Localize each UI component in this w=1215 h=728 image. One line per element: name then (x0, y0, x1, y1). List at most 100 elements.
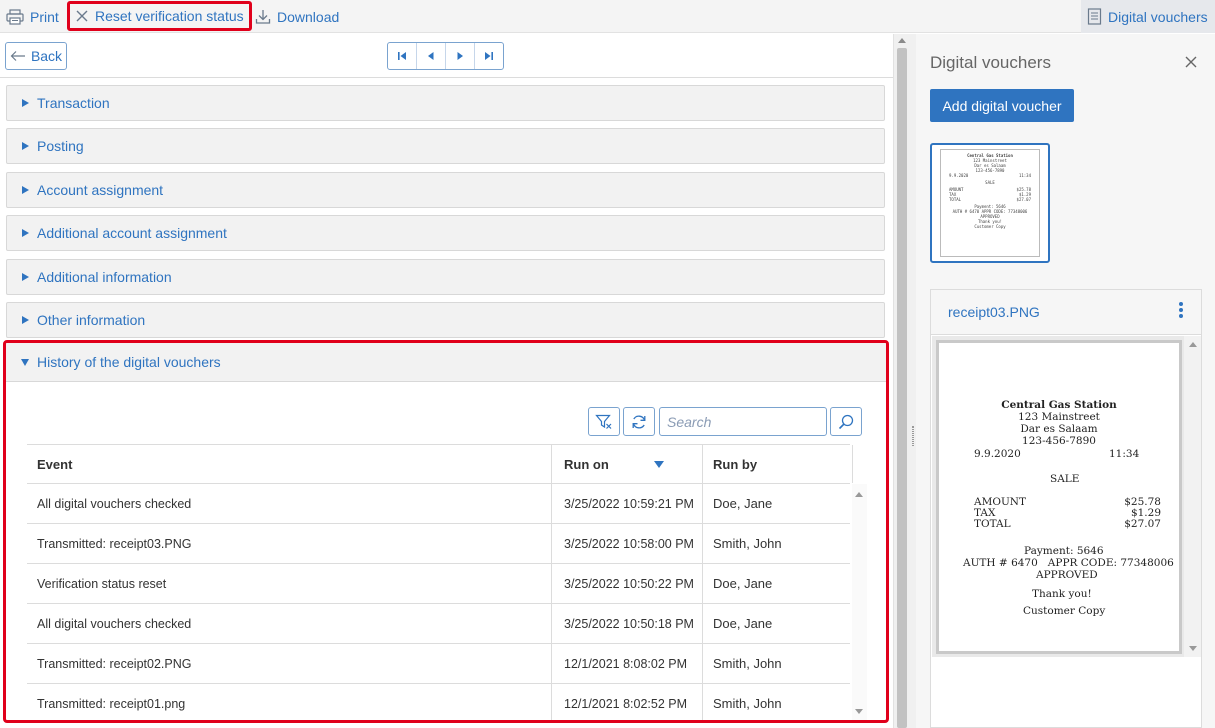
section-label: Additional account assignment (37, 225, 227, 241)
history-section: History of the digital vouchers Event Ru… (3, 340, 889, 723)
section-additional-account-assignment[interactable]: Additional account assignment (6, 215, 885, 251)
panel-title: Digital vouchers (930, 53, 1051, 72)
refresh-icon (631, 414, 647, 430)
download-button[interactable]: Download (255, 0, 339, 33)
close-panel-button[interactable] (1183, 54, 1199, 70)
section-posting[interactable]: Posting (6, 128, 885, 164)
scroll-up-icon[interactable] (1189, 342, 1197, 347)
receipt-time: 11:34 (1109, 448, 1140, 460)
first-icon (397, 51, 407, 61)
receipt-total-label: TOTAL (974, 518, 1011, 530)
close-icon (75, 9, 89, 23)
table-row[interactable]: Verification status reset 3/25/2022 10:5… (27, 564, 850, 604)
cell-run-on: 12/1/2021 8:02:52 PM (564, 696, 688, 711)
expand-icon (22, 316, 29, 324)
expand-icon (22, 186, 29, 194)
expand-icon (22, 273, 29, 281)
digital-vouchers-toggle[interactable]: Digital vouchers (1081, 0, 1215, 33)
document-icon (1087, 8, 1102, 25)
receipt-copy: Customer Copy (1023, 605, 1106, 617)
close-icon (1183, 54, 1199, 70)
nav-divider (0, 77, 893, 78)
cell-run-by: Doe, Jane (713, 496, 773, 511)
expand-icon (22, 229, 29, 237)
receipt-total-value: $27.07 (1124, 518, 1161, 530)
section-account-assignment[interactable]: Account assignment (6, 172, 885, 208)
previous-record-button[interactable] (417, 43, 446, 69)
table-row[interactable]: All digital vouchers checked 3/25/2022 1… (27, 484, 850, 524)
print-label: Print (30, 8, 59, 25)
table-row[interactable]: Transmitted: receipt02.PNG 12/1/2021 8:0… (27, 644, 850, 684)
search-button[interactable] (830, 407, 862, 436)
cell-run-by: Smith, John (713, 656, 782, 671)
table-row[interactable]: Transmitted: receipt01.png 12/1/2021 8:0… (27, 684, 850, 720)
cell-run-on: 12/1/2021 8:08:02 PM (564, 656, 688, 671)
cell-event: Transmitted: receipt03.PNG (37, 536, 192, 551)
print-button[interactable]: Print (6, 0, 59, 33)
grid-scrollbar[interactable] (852, 484, 867, 720)
table-row[interactable]: Transmitted: receipt03.PNG 3/25/2022 10:… (27, 524, 850, 564)
printer-icon (6, 8, 24, 25)
digital-vouchers-panel: Digital vouchers Add digital voucher Cen… (916, 34, 1215, 728)
section-label: Posting (37, 138, 84, 154)
receipt-sale-type: SALE (1050, 473, 1080, 485)
receipt-image: Central Gas Station 123 Mainstreet Dar e… (936, 340, 1182, 654)
cell-event: Transmitted: receipt02.PNG (37, 656, 192, 671)
receipt-preview: Central Gas Station 123 Mainstreet Dar e… (932, 336, 1201, 657)
receipt-auth-code: AUTH # 6470 APPR CODE: 77348006 (963, 557, 1174, 569)
voucher-thumbnail[interactable]: Central Gas Station 123 Mainstreet Dar e… (930, 143, 1050, 263)
scroll-up-icon[interactable] (855, 492, 863, 497)
main-scrollbar[interactable] (893, 34, 910, 728)
column-header-run-on[interactable]: Run on (552, 445, 703, 484)
reset-verification-status-button[interactable]: Reset verification status (67, 1, 252, 31)
expand-icon (22, 99, 29, 107)
expand-icon (22, 142, 29, 150)
cell-event: All digital vouchers checked (37, 616, 192, 631)
receipt-date: 9.9.2020 (974, 448, 1021, 460)
history-grid-body: All digital vouchers checked 3/25/2022 1… (27, 484, 850, 720)
record-pager (387, 42, 504, 70)
column-header-event[interactable]: Event (27, 445, 552, 484)
cell-run-on: 3/25/2022 10:50:18 PM (564, 616, 694, 631)
search-input[interactable] (659, 407, 827, 436)
last-icon (484, 51, 494, 61)
download-icon (255, 9, 271, 25)
clear-filter-button[interactable] (588, 407, 620, 436)
digital-vouchers-label: Digital vouchers (1108, 8, 1208, 25)
preview-scrollbar[interactable] (1184, 336, 1201, 657)
more-options-icon[interactable] (1177, 301, 1185, 321)
last-record-button[interactable] (475, 43, 503, 69)
scrollbar-thumb[interactable] (897, 48, 907, 728)
first-record-button[interactable] (388, 43, 417, 69)
add-digital-voucher-button[interactable]: Add digital voucher (930, 89, 1074, 122)
history-section-header[interactable]: History of the digital vouchers (6, 343, 886, 382)
refresh-button[interactable] (623, 407, 655, 436)
column-divider (852, 445, 853, 483)
section-transaction[interactable]: Transaction (6, 85, 885, 121)
cell-run-by: Doe, Jane (713, 576, 773, 591)
receipt-city: Dar es Salaam (1020, 423, 1098, 435)
back-button[interactable]: Back (5, 42, 67, 70)
section-additional-information[interactable]: Additional information (6, 259, 885, 295)
table-row[interactable]: All digital vouchers checked 3/25/2022 1… (27, 604, 850, 644)
column-header-run-by[interactable]: Run by (703, 445, 850, 484)
receipt-street: 123 Mainstreet (1018, 411, 1100, 423)
thumbnail-receipt-image: Central Gas Station 123 Mainstreet Dar e… (940, 149, 1040, 257)
section-other-information[interactable]: Other information (6, 302, 885, 338)
toolbar: Print Reset verification status Download… (0, 0, 1215, 33)
scroll-down-icon[interactable] (1189, 646, 1197, 651)
cell-run-by: Smith, John (713, 536, 782, 551)
next-icon (455, 51, 465, 61)
scroll-up-icon[interactable] (898, 38, 906, 43)
column-label: Event (37, 457, 73, 472)
receipt-phone: 123-456-7890 (1022, 435, 1096, 447)
scroll-down-icon[interactable] (855, 709, 863, 714)
cell-event: Verification status reset (37, 576, 167, 591)
voucher-viewer: receipt03.PNG Central Gas Station 123 Ma… (930, 289, 1202, 728)
clear-filter-icon (595, 414, 613, 430)
file-name-link[interactable]: receipt03.PNG (948, 304, 1040, 320)
next-record-button[interactable] (446, 43, 475, 69)
receipt-thanks: Thank you! (1032, 588, 1092, 600)
cell-run-on: 3/25/2022 10:50:22 PM (564, 576, 694, 591)
viewer-header: receipt03.PNG (931, 290, 1201, 335)
